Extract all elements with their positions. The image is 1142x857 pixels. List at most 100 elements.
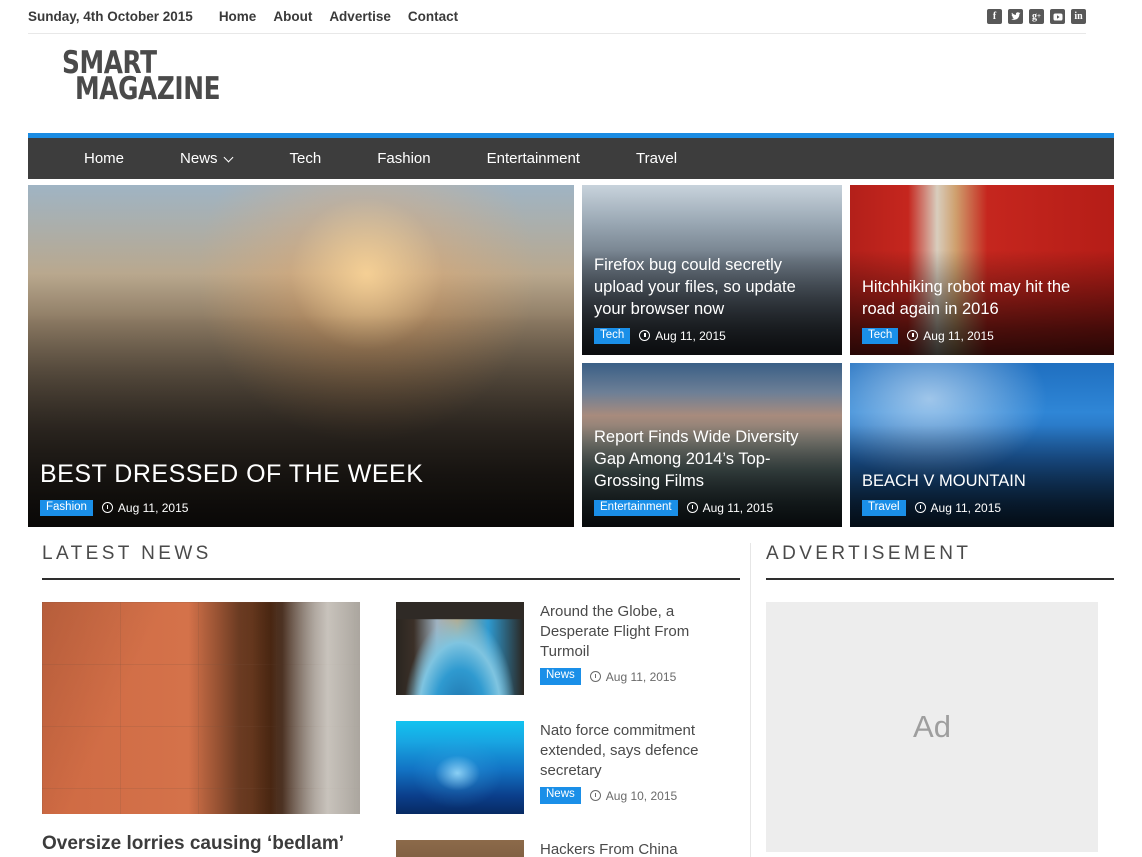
current-date: Sunday, 4th October 2015 xyxy=(28,9,193,24)
nav-item-news[interactable]: News xyxy=(152,150,262,167)
clock-icon xyxy=(914,502,926,514)
content-divider xyxy=(750,543,751,857)
list-item-body: Around the Globe, a Desperate Flight Fro… xyxy=(540,602,740,695)
category-badge[interactable]: Tech xyxy=(594,327,631,344)
date-text: Aug 11, 2015 xyxy=(923,328,994,343)
date-text: Aug 11, 2015 xyxy=(117,500,189,515)
lead-article[interactable]: Oversize lorries causing ‘bedlam’ xyxy=(42,602,360,857)
list-item-meta: News Aug 11, 2015 xyxy=(540,668,740,685)
list-item-meta: News Aug 10, 2015 xyxy=(540,787,740,804)
hero-tile-title[interactable]: Firefox bug could secretly upload your f… xyxy=(594,255,830,320)
ad-placeholder[interactable]: Ad xyxy=(766,602,1098,852)
lead-article-image xyxy=(42,602,360,814)
list-item-date: Aug 11, 2015 xyxy=(589,669,677,684)
date-text: Aug 11, 2015 xyxy=(655,328,726,343)
hero-main-date: Aug 11, 2015 xyxy=(101,500,189,515)
category-badge[interactable]: Fashion xyxy=(40,499,93,516)
hero-main-story[interactable]: BEST DRESSED OF THE WEEK Fashion Aug 11,… xyxy=(28,185,574,527)
date-text: Aug 11, 2015 xyxy=(605,669,677,684)
topnav-link-advertise[interactable]: Advertise xyxy=(329,9,391,24)
hero-tile-firefox[interactable]: Firefox bug could secretly upload your f… xyxy=(582,185,842,355)
social-links: f g + in xyxy=(987,9,1086,24)
advertisement-heading: ADVERTISEMENT xyxy=(766,543,1114,580)
category-badge[interactable]: Travel xyxy=(862,499,906,516)
list-item-thumbnail xyxy=(396,840,524,857)
list-item-title[interactable]: Hackers From China xyxy=(540,840,740,857)
hero-tile-date: Aug 11, 2015 xyxy=(639,329,726,343)
list-item-body: Nato force commitment extended, says def… xyxy=(540,721,740,814)
clock-icon xyxy=(589,790,601,802)
list-item[interactable]: Nato force commitment extended, says def… xyxy=(396,721,740,814)
hero-tile-title[interactable]: Report Finds Wide Diversity Gap Among 20… xyxy=(594,427,830,492)
google-plus-icon[interactable]: g + xyxy=(1029,9,1044,24)
latest-news-heading: LATEST NEWS xyxy=(42,543,740,580)
list-item[interactable]: Hackers From China xyxy=(396,840,740,857)
date-text: Aug 11, 2015 xyxy=(702,500,774,515)
hero-tile-caption: BEACH V MOUNTAIN Travel Aug 11, 2015 xyxy=(850,461,1114,527)
nav-item-fashion[interactable]: Fashion xyxy=(349,150,458,167)
linkedin-icon[interactable]: in xyxy=(1071,9,1086,24)
chevron-down-icon xyxy=(225,154,234,163)
hero-tile-beach[interactable]: BEACH V MOUNTAIN Travel Aug 11, 2015 xyxy=(850,363,1114,527)
nav-label-fashion: Fashion xyxy=(377,150,431,167)
hero-tile-date: Aug 11, 2015 xyxy=(914,500,1002,515)
nav-label-tech: Tech xyxy=(289,150,322,167)
lead-article-title[interactable]: Oversize lorries causing ‘bedlam’ xyxy=(42,831,360,857)
topnav-link-home[interactable]: Home xyxy=(219,9,257,24)
youtube-icon[interactable] xyxy=(1050,9,1065,24)
logo-area: SMART MAGAZINE xyxy=(28,42,1086,132)
nav-item-travel[interactable]: Travel xyxy=(608,150,705,167)
top-navigation: Home About Advertise Contact xyxy=(219,9,458,24)
hero-tile-date: Aug 11, 2015 xyxy=(907,329,994,343)
hero-tile-caption: Report Finds Wide Diversity Gap Among 20… xyxy=(582,417,842,527)
category-badge[interactable]: News xyxy=(540,787,581,804)
clock-icon xyxy=(639,330,651,342)
list-item-date: Aug 10, 2015 xyxy=(589,788,678,803)
hero-main-caption: BEST DRESSED OF THE WEEK Fashion Aug 11,… xyxy=(28,448,574,528)
nav-label-home: Home xyxy=(84,150,125,167)
list-item[interactable]: Around the Globe, a Desperate Flight Fro… xyxy=(396,602,740,695)
hero-main-title[interactable]: BEST DRESSED OF THE WEEK xyxy=(40,458,562,491)
clock-icon xyxy=(686,502,698,514)
main-navigation: Home News Tech Fashion Entertainment Tra… xyxy=(28,133,1114,179)
nav-item-tech[interactable]: Tech xyxy=(262,150,350,167)
hero-tile-meta: Tech Aug 11, 2015 xyxy=(594,327,830,344)
topnav-link-about[interactable]: About xyxy=(273,9,312,24)
latest-news-section: LATEST NEWS Oversize lorries causing ‘be… xyxy=(42,543,740,857)
topnav-link-contact[interactable]: Contact xyxy=(408,9,458,24)
hero-tile-title[interactable]: Hitchhiking robot may hit the road again… xyxy=(862,277,1102,321)
site-logo[interactable]: SMART MAGAZINE xyxy=(62,47,256,104)
hero-tile-diversity[interactable]: Report Finds Wide Diversity Gap Among 20… xyxy=(582,363,842,527)
category-badge[interactable]: Tech xyxy=(862,327,899,344)
hero-tile-caption: Hitchhiking robot may hit the road again… xyxy=(850,267,1114,355)
hero-tile-robot[interactable]: Hitchhiking robot may hit the road again… xyxy=(850,185,1114,355)
latest-news-columns: Oversize lorries causing ‘bedlam’ Around… xyxy=(42,602,740,857)
clock-icon xyxy=(589,671,601,683)
hero-tile-meta: Travel Aug 11, 2015 xyxy=(862,499,1102,516)
hero-tile-title[interactable]: BEACH V MOUNTAIN xyxy=(862,471,1102,493)
hero-tile-meta: Entertainment Aug 11, 2015 xyxy=(594,499,830,516)
nav-label-news: News xyxy=(180,150,218,167)
clock-icon xyxy=(101,502,113,514)
category-badge[interactable]: Entertainment xyxy=(594,499,678,516)
category-badge[interactable]: News xyxy=(540,668,581,685)
list-item-body: Hackers From China xyxy=(540,840,740,857)
nav-label-entertainment: Entertainment xyxy=(486,150,580,167)
hero-main-meta: Fashion Aug 11, 2015 xyxy=(40,499,562,516)
list-item-title[interactable]: Nato force commitment extended, says def… xyxy=(540,721,740,780)
twitter-icon[interactable] xyxy=(1008,9,1023,24)
list-item-title[interactable]: Around the Globe, a Desperate Flight Fro… xyxy=(540,602,740,661)
page-root: Sunday, 4th October 2015 Home About Adve… xyxy=(0,0,1142,857)
date-text: Aug 11, 2015 xyxy=(930,500,1002,515)
hero-grid: BEST DRESSED OF THE WEEK Fashion Aug 11,… xyxy=(28,185,1114,527)
hero-tile-meta: Tech Aug 11, 2015 xyxy=(862,327,1102,344)
clock-icon xyxy=(907,330,919,342)
date-text: Aug 10, 2015 xyxy=(605,788,678,803)
nav-item-entertainment[interactable]: Entertainment xyxy=(459,150,608,167)
facebook-icon[interactable]: f xyxy=(987,9,1002,24)
latest-news-list: Around the Globe, a Desperate Flight Fro… xyxy=(396,602,740,857)
list-item-thumbnail xyxy=(396,721,524,814)
nav-item-home[interactable]: Home xyxy=(62,150,152,167)
list-item-thumbnail xyxy=(396,602,524,695)
content-area: LATEST NEWS Oversize lorries causing ‘be… xyxy=(28,543,1114,857)
